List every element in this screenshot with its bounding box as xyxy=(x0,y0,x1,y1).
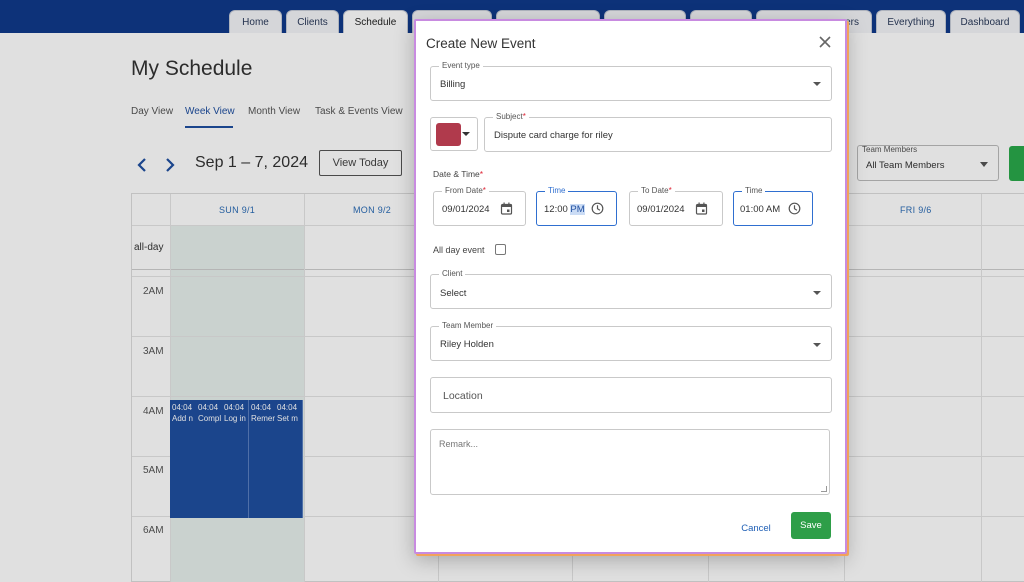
required-mark: * xyxy=(522,112,526,121)
calendar-icon[interactable] xyxy=(695,202,708,215)
from-date-label-text: From Date xyxy=(445,186,483,195)
subject-value: Dispute card charge for riley xyxy=(494,130,613,141)
from-time-field[interactable]: Time 12:00 PM xyxy=(536,186,617,226)
location-placeholder: Location xyxy=(443,390,483,402)
caret-down-icon xyxy=(813,291,821,295)
to-date-field[interactable]: To Date* 09/01/2024 xyxy=(629,186,723,226)
client-value: Select xyxy=(440,288,467,299)
team-member-value: Riley Holden xyxy=(440,339,494,350)
required-mark: * xyxy=(482,186,486,195)
clock-icon[interactable] xyxy=(788,202,801,215)
to-date-value: 09/01/2024 xyxy=(637,204,685,215)
from-time-ampm-selected: PM xyxy=(570,204,585,215)
from-time-value[interactable]: 12:00 PM xyxy=(544,204,585,215)
from-date-field[interactable]: From Date* 09/01/2024 xyxy=(433,186,526,226)
color-swatch xyxy=(436,123,461,146)
team-member-label: Team Member xyxy=(439,321,497,331)
create-event-dialog: Create New Event Event type Billing Subj… xyxy=(414,19,847,554)
to-date-label: To Date* xyxy=(638,186,675,196)
event-type-select[interactable]: Event type Billing xyxy=(430,61,832,101)
close-icon xyxy=(819,36,831,48)
remark-placeholder: Remark... xyxy=(439,439,479,449)
from-time-label: Time xyxy=(545,186,569,196)
to-time-field[interactable]: Time 01:00 AM xyxy=(733,186,813,226)
save-button[interactable]: Save xyxy=(791,512,831,539)
event-type-value: Billing xyxy=(440,79,466,90)
client-label: Client xyxy=(439,269,466,279)
required-mark: * xyxy=(668,186,672,195)
subject-label-text: Subject xyxy=(496,112,523,121)
caret-down-icon xyxy=(813,343,821,347)
close-button[interactable] xyxy=(817,34,833,50)
team-member-select[interactable]: Team Member Riley Holden xyxy=(430,321,832,361)
event-type-label: Event type xyxy=(439,61,483,71)
clock-icon[interactable] xyxy=(591,202,604,215)
from-time-hour: 12:00 xyxy=(544,204,571,215)
cancel-button[interactable]: Cancel xyxy=(736,520,776,536)
calendar-icon[interactable] xyxy=(500,202,513,215)
resize-grip-icon[interactable] xyxy=(821,486,827,492)
subject-input[interactable]: Subject* Dispute card charge for riley xyxy=(484,112,832,152)
color-picker[interactable] xyxy=(430,117,478,151)
caret-down-icon xyxy=(813,82,821,86)
to-time-value: 01:00 AM xyxy=(740,204,781,215)
date-time-label: Date & Time* xyxy=(433,169,483,179)
client-select[interactable]: Client Select xyxy=(430,269,832,309)
caret-down-icon xyxy=(462,132,470,136)
dialog-title: Create New Event xyxy=(426,36,536,51)
from-date-value: 09/01/2024 xyxy=(442,204,490,215)
to-date-label-text: To Date xyxy=(641,186,669,195)
from-date-label: From Date* xyxy=(442,186,489,196)
required-mark: * xyxy=(479,169,484,179)
location-input[interactable]: Location xyxy=(430,377,832,413)
remark-textarea[interactable]: Remark... xyxy=(430,429,830,495)
date-time-label-text: Date & Time xyxy=(433,169,480,179)
subject-label: Subject* xyxy=(493,112,529,122)
to-time-label: Time xyxy=(742,186,766,196)
all-day-checkbox[interactable] xyxy=(495,244,506,255)
all-day-label: All day event xyxy=(433,245,485,255)
